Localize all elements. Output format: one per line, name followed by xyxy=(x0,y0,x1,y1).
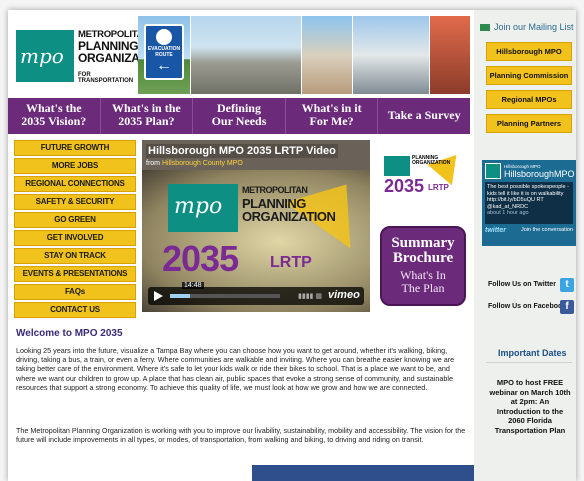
join-conversation-link[interactable]: Join the conversation xyxy=(521,227,573,234)
video-source: from Hillsborough County MPO xyxy=(146,160,243,167)
header-banner: mpo METROPOLITAN PLANNING ORGANIZATION F… xyxy=(8,10,470,97)
menu-contact-us[interactable]: CONTACT US xyxy=(14,302,136,318)
evacuation-route-sign-icon: EVACUATION ROUTE ← xyxy=(144,24,184,80)
mpo-logo-subtitle: FOR TRANSPORTATION xyxy=(78,72,134,84)
video-controls: ▮▮▮▮ ▦ vimeo xyxy=(148,287,364,305)
play-icon[interactable] xyxy=(154,291,163,301)
banner-photo-joggers xyxy=(302,16,352,94)
nav-defining-needs[interactable]: Defining Our Needs xyxy=(193,98,286,134)
welcome-heading: Welcome to MPO 2035 xyxy=(16,328,123,339)
intro-paragraph: Looking 25 years into the future, visual… xyxy=(16,346,455,392)
banner-photo-bicycle xyxy=(430,16,470,94)
follow-twitter-link[interactable]: Follow Us on Twitter xyxy=(488,281,556,288)
nav-2035-vision[interactable]: What's the 2035 Vision? xyxy=(8,98,101,134)
follow-facebook-link[interactable]: Follow Us on Facebook xyxy=(488,303,566,310)
video-logo-caption: METROPOLITAN PLANNING ORGANIZATION xyxy=(242,185,336,224)
sidebar-regional-mpos[interactable]: Regional MPOs xyxy=(486,90,572,109)
main-navigation: What's the 2035 Vision? What's in the 2035… xyxy=(8,98,470,134)
menu-go-green[interactable]: GO GREEN xyxy=(14,212,136,228)
menu-safety-security[interactable]: SAFETY & SECURITY xyxy=(14,194,136,210)
sidebar-planning-partners[interactable]: Planning Partners xyxy=(486,114,572,133)
sidebar-hillsborough-mpo[interactable]: Hillsborough MPO xyxy=(486,42,572,61)
lrtp-mini-logo xyxy=(384,156,410,176)
video-source-link[interactable]: Hillsborough County MPO xyxy=(162,160,243,167)
menu-stay-on-track[interactable]: STAY ON TRACK xyxy=(14,248,136,264)
lrtp-number: 2035 xyxy=(384,176,425,196)
banner-photo-bus xyxy=(353,16,429,94)
page: mpo METROPOLITAN PLANNING ORGANIZATION F… xyxy=(8,10,576,481)
facebook-icon[interactable]: f xyxy=(560,300,574,314)
video-player[interactable]: Hillsborough MPO 2035 LRTP Video from Hi… xyxy=(142,140,370,312)
left-menu: FUTURE GROWTH MORE JOBS REGIONAL CONNECT… xyxy=(14,140,136,320)
video-title[interactable]: Hillsborough MPO 2035 LRTP Video xyxy=(146,144,338,158)
video-mpo-logo: mpo xyxy=(168,184,238,232)
mpo-paragraph: The Metropolitan Planning Organization i… xyxy=(16,426,466,445)
twitter-widget[interactable]: Hillsborough MPO HillsboroughMPO The bes… xyxy=(482,160,576,246)
important-dates-heading: Important Dates xyxy=(498,348,567,358)
sidebar-planning-commission[interactable]: Planning Commission xyxy=(486,66,572,85)
video-progress-bar[interactable] xyxy=(170,294,280,298)
mpo-logo[interactable]: mpo METROPOLITAN PLANNING ORGANIZATION F… xyxy=(16,16,166,92)
twitter-logo[interactable]: twitter xyxy=(485,227,506,234)
twitter-icon[interactable]: t xyxy=(560,278,574,292)
twitter-name: HillsboroughMPO xyxy=(504,168,575,179)
volume-icon[interactable]: ▮▮▮▮ ▦ xyxy=(298,292,322,300)
video-2035-text: 2035 xyxy=(162,238,239,279)
right-sidebar: Join our Mailing List Hillsborough MPO P… xyxy=(474,10,576,481)
nav-whats-in-it[interactable]: What's in it For Me? xyxy=(286,98,379,134)
menu-get-involved[interactable]: GET INVOLVED xyxy=(14,230,136,246)
menu-future-growth[interactable]: FUTURE GROWTH xyxy=(14,140,136,156)
video-lrtp-text: LRTP xyxy=(270,254,312,271)
menu-faqs[interactable]: FAQs xyxy=(14,284,136,300)
menu-regional-connections[interactable]: REGIONAL CONNECTIONS xyxy=(14,176,136,192)
summary-brochure-button[interactable]: Summary Brochure What's In The Plan xyxy=(380,226,466,306)
nav-take-survey[interactable]: Take a Survey xyxy=(378,98,470,134)
menu-more-jobs[interactable]: MORE JOBS xyxy=(14,158,136,174)
vimeo-logo[interactable]: vimeo xyxy=(328,289,360,301)
mailing-list-link[interactable]: Join our Mailing List xyxy=(480,22,574,32)
banner-photo-traffic xyxy=(191,16,301,94)
event-item[interactable]: MPO to host FREE webinar on March 10th a… xyxy=(488,378,572,435)
tweet-text: The best possible spokespeople - kids te… xyxy=(485,182,573,224)
menu-events-presentations[interactable]: EVENTS & PRESENTATIONS xyxy=(14,266,136,282)
nav-2035-plan[interactable]: What's in the 2035 Plan? xyxy=(101,98,194,134)
lrtp-promo-link[interactable]: PLANNING ORGANIZATION 2035 LRTP xyxy=(380,144,469,210)
lrtp-label: LRTP xyxy=(428,183,449,192)
envelope-icon xyxy=(480,24,490,31)
mpo-logo-mark: mpo xyxy=(16,30,74,82)
twitter-avatar xyxy=(485,163,501,179)
